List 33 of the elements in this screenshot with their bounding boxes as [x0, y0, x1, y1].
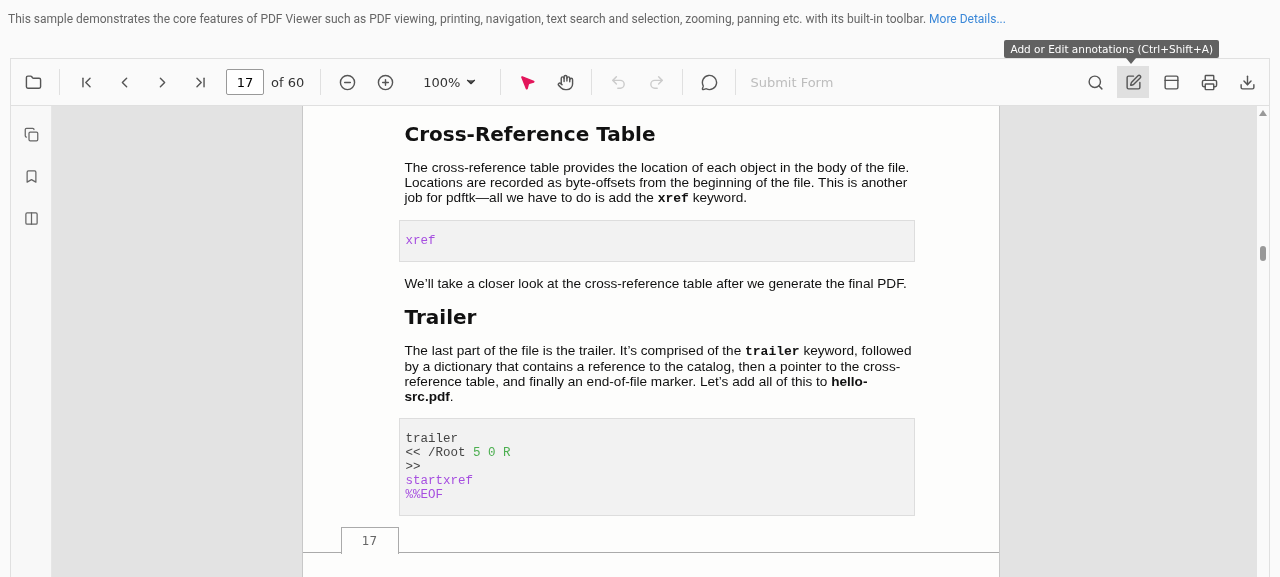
tooltip: Add or Edit annotations (Ctrl+Shift+A): [1004, 40, 1219, 58]
scrollbar[interactable]: [1257, 106, 1269, 577]
code-block: xref: [398, 220, 915, 262]
page-number-field[interactable]: 17: [226, 69, 264, 95]
section-heading: Cross-Reference Table: [404, 122, 657, 146]
annotation-button[interactable]: [1117, 66, 1149, 98]
comment-icon: [700, 73, 718, 91]
paragraph: We’ll take a closer look at the cross-reference table after we generate the final PDF.: [404, 276, 908, 291]
zoom-dropdown[interactable]: 100%: [415, 66, 487, 98]
organize-pages-icon: [23, 210, 39, 226]
page-count: of 60: [271, 74, 305, 90]
search-icon: [1086, 73, 1104, 91]
section-heading: Trailer: [404, 305, 478, 329]
page-number: 17: [340, 527, 399, 554]
paragraph: The cross-reference table provides the location of each object in the body of the file. Locations are recorded as byte-offsets from the beginning of the file. This is another job for pdftk—all we have to do is add the xref keyword.: [404, 160, 911, 206]
more-details-link[interactable]: More Details...: [929, 12, 1006, 26]
zoom-in-icon: [376, 73, 394, 91]
code-block: trailer << /Root 5 0 R >> startxref %%EOF: [398, 418, 915, 516]
download-icon: [1238, 73, 1256, 91]
tooltip-arrow: [1126, 58, 1136, 64]
redo-icon: [647, 73, 665, 91]
folder-icon: [24, 73, 42, 91]
bookmark-icon: [23, 168, 39, 184]
hand-icon: [556, 73, 574, 91]
paragraph: The last part of the file is the trailer. It’s comprised of the trailer keyword, followed by a dictionary that contains a reference to the catalog, then a pointer to the cross-reference table, and finally an end-of-file marker. Let’s add all of this to hello-src.pdf.: [404, 343, 913, 404]
description-text: This sample demonstrates the core features of PDF Viewer such as PDF viewing, printing, navigation, text search and selection, zooming, panning etc. with its built-in toolbar. More Details...: [7, 11, 1007, 28]
undo-icon: [609, 73, 627, 91]
print-icon: [1200, 73, 1218, 91]
pages-icon: [23, 126, 39, 142]
pointer-icon: [518, 73, 536, 91]
form-icon: [1162, 73, 1180, 91]
edit-icon: [1124, 73, 1142, 91]
zoom-out-icon: [338, 73, 356, 91]
